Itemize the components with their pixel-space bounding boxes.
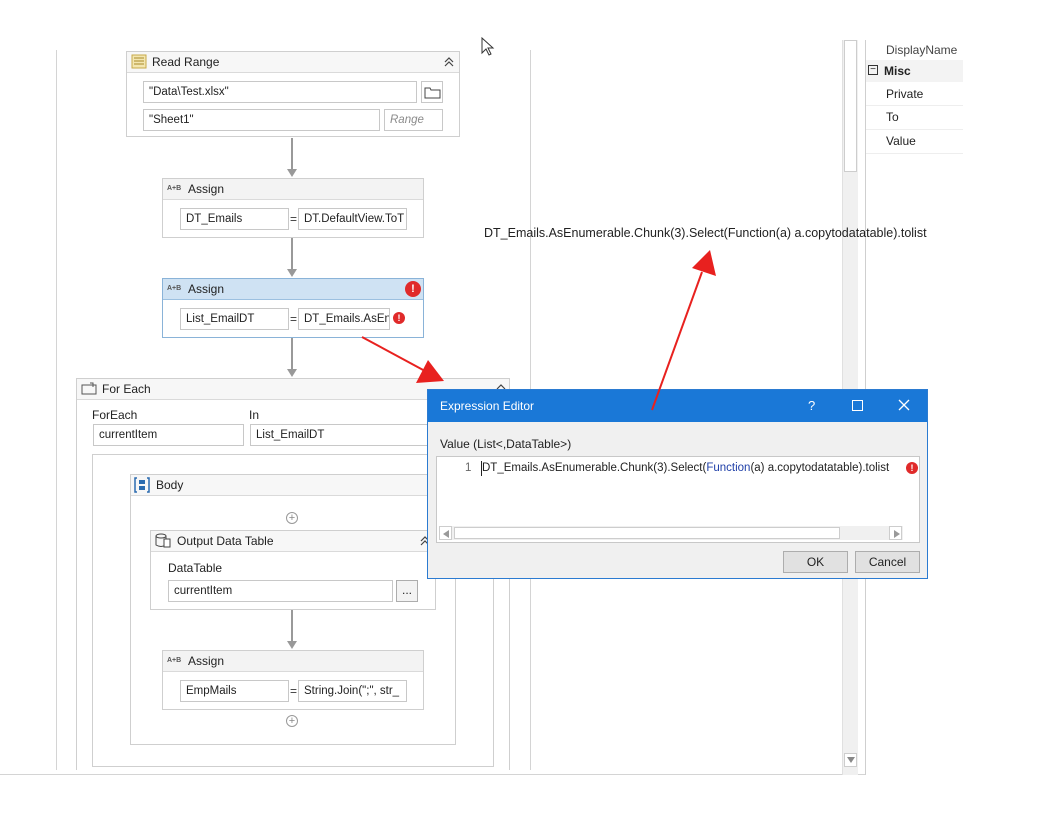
annotation-arrows [361,250,716,411]
arrow-to-annotation [651,250,716,411]
arrow-to-dialog [361,336,444,383]
